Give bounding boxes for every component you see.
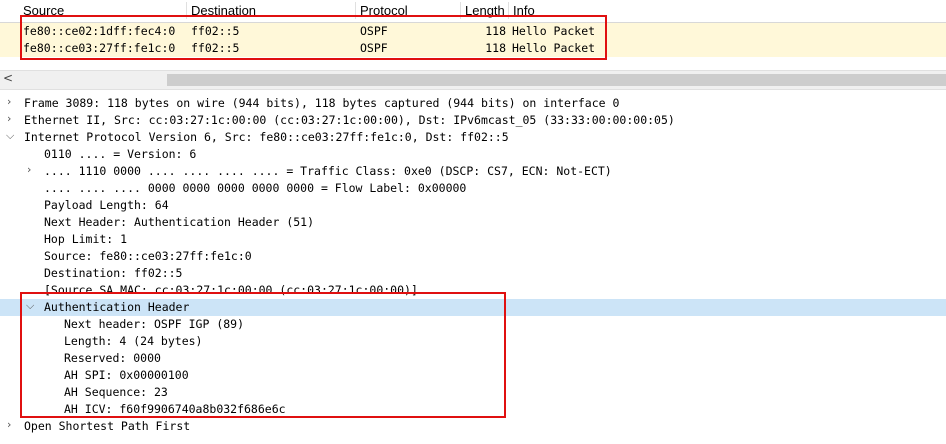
tree-item-flow-label[interactable]: .... .... .... 0000 0000 0000 0000 0000 …	[0, 180, 946, 197]
packet-info: Hello Packet	[512, 24, 596, 38]
packet-destination: ff02::5	[191, 41, 240, 55]
tree-item-label: AH ICV: f60f9906740a8b032f686e6c	[64, 402, 286, 416]
tree-item-label: Internet Protocol Version 6, Src: fe80::…	[24, 130, 509, 144]
tree-item-label: Source: fe80::ce03:27ff:fe1c:0	[44, 249, 252, 263]
tree-item-label: Ethernet II, Src: cc:03:27:1c:00:00 (cc:…	[24, 113, 675, 127]
column-length[interactable]: Length	[465, 3, 505, 18]
column-protocol[interactable]: Protocol	[360, 3, 408, 18]
column-info[interactable]: Info	[513, 3, 535, 18]
tree-item-ah-spi[interactable]: AH SPI: 0x00000100	[0, 367, 946, 384]
tree-item-label: Payload Length: 64	[44, 198, 169, 212]
chevron-right-icon[interactable]: ›	[7, 418, 11, 431]
packet-row[interactable]: fe80::ce03:27ff:fe1c:0 ff02::5 OSPF 118 …	[0, 40, 946, 57]
packet-length: 118	[485, 41, 506, 55]
packet-info: Hello Packet	[512, 41, 596, 55]
tree-item-label: Length: 4 (24 bytes)	[64, 334, 203, 348]
tree-item-label: Destination: ff02::5	[44, 266, 183, 280]
column-source[interactable]: Source	[23, 3, 64, 18]
horizontal-scrollbar[interactable]: <	[0, 70, 946, 90]
tree-item-label: Frame 3089: 118 bytes on wire (944 bits)…	[24, 96, 620, 110]
tree-item-label: Reserved: 0000	[64, 351, 161, 365]
tree-item-label: [Source SA MAC: cc:03:27:1c:00:00 (cc:03…	[44, 283, 418, 297]
packet-details-tree: › Frame 3089: 118 bytes on wire (944 bit…	[0, 90, 946, 444]
tree-item-version[interactable]: 0110 .... = Version: 6	[0, 146, 946, 163]
tree-item-ipv6[interactable]: ⌵ Internet Protocol Version 6, Src: fe80…	[0, 129, 946, 146]
packet-source: fe80::ce02:1dff:fec4:0	[23, 24, 176, 38]
tree-item-label: Next header: OSPF IGP (89)	[64, 317, 245, 331]
tree-item-ah-length[interactable]: Length: 4 (24 bytes)	[0, 333, 946, 350]
tree-item-label: 0110 .... = Version: 6	[44, 147, 197, 161]
packet-list-header: Source Destination Protocol Length Info	[0, 0, 946, 23]
scrollbar-thumb[interactable]	[167, 74, 946, 86]
packet-source: fe80::ce03:27ff:fe1c:0	[23, 41, 176, 55]
tree-item-hop-limit[interactable]: Hop Limit: 1	[0, 231, 946, 248]
chevron-down-icon[interactable]: ⌵	[26, 299, 34, 313]
tree-item-ah-sequence[interactable]: AH Sequence: 23	[0, 384, 946, 401]
tree-item-label: Hop Limit: 1	[44, 232, 128, 246]
packet-destination: ff02::5	[191, 24, 240, 38]
tree-item-label: Open Shortest Path First	[24, 419, 191, 433]
tree-item-ospf[interactable]: › Open Shortest Path First	[0, 418, 946, 435]
tree-item-label: Authentication Header	[44, 300, 190, 314]
tree-item-next-header[interactable]: Next Header: Authentication Header (51)	[0, 214, 946, 231]
tree-item-payload-length[interactable]: Payload Length: 64	[0, 197, 946, 214]
packet-length: 118	[485, 24, 506, 38]
packet-list: Source Destination Protocol Length Info …	[0, 0, 946, 70]
tree-item-ah-reserved[interactable]: Reserved: 0000	[0, 350, 946, 367]
tree-item-label: AH SPI: 0x00000100	[64, 368, 189, 382]
tree-item-label: Next Header: Authentication Header (51)	[44, 215, 315, 229]
tree-item-label: .... 1110 0000 .... .... .... .... = Tra…	[44, 164, 612, 178]
tree-item-source[interactable]: Source: fe80::ce03:27ff:fe1c:0	[0, 248, 946, 265]
column-destination[interactable]: Destination	[191, 3, 256, 18]
chevron-right-icon[interactable]: ›	[7, 95, 11, 108]
chevron-right-icon[interactable]: ›	[7, 112, 11, 125]
chevron-down-icon[interactable]: ⌵	[6, 129, 14, 143]
packet-row[interactable]: fe80::ce02:1dff:fec4:0 ff02::5 OSPF 118 …	[0, 23, 946, 40]
packet-protocol: OSPF	[360, 41, 388, 55]
tree-item-source-sa-mac[interactable]: [Source SA MAC: cc:03:27:1c:00:00 (cc:03…	[0, 282, 946, 299]
tree-item-auth-header[interactable]: ⌵ Authentication Header	[0, 299, 946, 316]
tree-item-label: AH Sequence: 23	[64, 385, 168, 399]
packet-protocol: OSPF	[360, 24, 388, 38]
tree-item-ethernet[interactable]: › Ethernet II, Src: cc:03:27:1c:00:00 (c…	[0, 112, 946, 129]
tree-item-ah-icv[interactable]: AH ICV: f60f9906740a8b032f686e6c	[0, 401, 946, 418]
chevron-right-icon[interactable]: ›	[27, 163, 31, 176]
scroll-left-arrow-icon[interactable]: <	[3, 71, 13, 85]
tree-item-destination[interactable]: Destination: ff02::5	[0, 265, 946, 282]
tree-item-traffic-class[interactable]: › .... 1110 0000 .... .... .... .... = T…	[0, 163, 946, 180]
tree-item-label: .... .... .... 0000 0000 0000 0000 0000 …	[44, 181, 467, 195]
tree-item-frame[interactable]: › Frame 3089: 118 bytes on wire (944 bit…	[0, 95, 946, 112]
tree-item-ah-next-header[interactable]: Next header: OSPF IGP (89)	[0, 316, 946, 333]
